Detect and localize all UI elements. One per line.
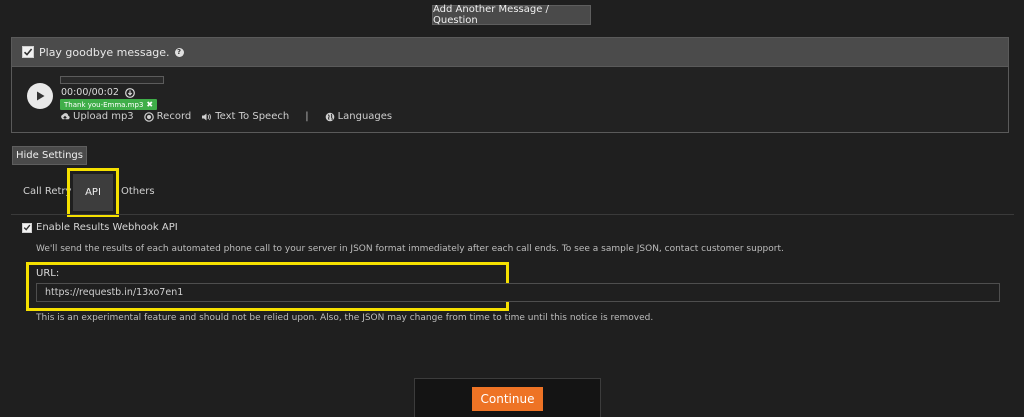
- api-tab-highlight: API: [67, 168, 119, 217]
- speaker-icon: [202, 113, 212, 120]
- enable-webhook-label: Enable Results Webhook API: [36, 222, 178, 233]
- tab-call-retry[interactable]: Call Retry: [23, 186, 71, 197]
- continue-button[interactable]: Continue: [472, 387, 543, 411]
- check-icon: [23, 48, 33, 56]
- progress-bar[interactable]: [60, 76, 164, 84]
- url-input[interactable]: [36, 283, 1000, 302]
- languages-button[interactable]: Languages: [325, 111, 392, 122]
- check-icon: [23, 224, 31, 231]
- tab-api[interactable]: API: [73, 174, 113, 211]
- file-badge-label: Thank you-Emma.mp3: [64, 100, 144, 109]
- goodbye-checkbox-label: Play goodbye message.: [39, 45, 170, 59]
- text-to-speech-button[interactable]: Text To Speech: [201, 111, 289, 122]
- hide-settings-button[interactable]: Hide Settings: [12, 146, 87, 165]
- add-another-message-button[interactable]: Add Another Message / Question: [432, 4, 591, 26]
- remove-file-icon[interactable]: ✖: [146, 100, 153, 109]
- url-label: URL:: [36, 268, 60, 279]
- download-icon[interactable]: [125, 87, 135, 98]
- tool-separator: |: [305, 111, 309, 122]
- tab-content-divider: [11, 214, 1014, 215]
- goodbye-panel-header: Play goodbye message. ?: [12, 38, 1008, 67]
- record-button[interactable]: Record: [143, 111, 191, 122]
- goodbye-message-panel: Play goodbye message. ? 00:00/00:02 Than…: [11, 37, 1009, 133]
- experimental-notice: This is an experimental feature and shou…: [36, 313, 654, 323]
- help-icon[interactable]: ?: [174, 47, 184, 57]
- upload-icon: [61, 112, 70, 121]
- file-badge: Thank you-Emma.mp3 ✖: [60, 99, 158, 110]
- play-icon: [37, 91, 45, 101]
- playback-time: 00:00/00:02: [61, 87, 119, 98]
- enable-webhook-checkbox[interactable]: [22, 222, 32, 233]
- goodbye-checkbox[interactable]: [22, 46, 34, 58]
- webhook-description: We'll send the results of each automated…: [36, 244, 784, 254]
- play-button[interactable]: [27, 83, 53, 109]
- upload-mp3-button[interactable]: Upload mp3: [60, 111, 134, 122]
- record-icon: [143, 111, 154, 122]
- globe-icon: [325, 112, 334, 121]
- tab-others[interactable]: Others: [121, 186, 155, 197]
